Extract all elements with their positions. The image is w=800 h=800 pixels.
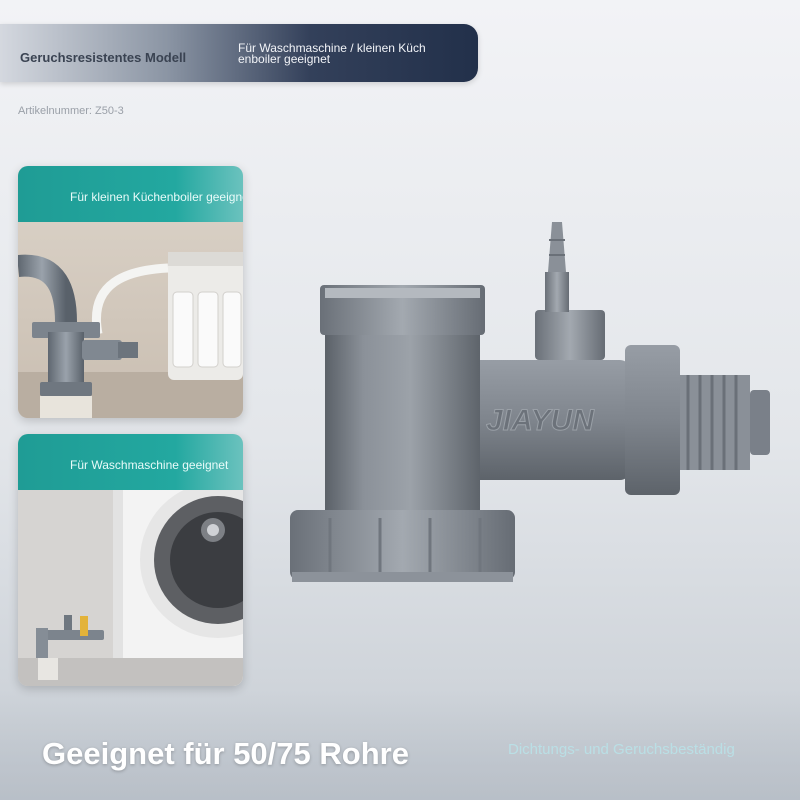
card-title: Für kleinen Küchenboiler geeignet [70,190,243,204]
model-label: Geruchsresistentes Modell [20,50,187,65]
card-washing-machine: Für Waschmaschine geeignet [18,434,243,686]
article-number: Artikelnummer: Z50-3 [18,105,124,117]
suitability-line-2: enboiler geeignet [238,52,331,66]
footer-tagline: Dichtungs- und Geruchsbeständig [508,741,735,758]
drain-fitting-product: JIAYUN [290,222,770,582]
footer-headline: Geeignet für 50/75 Rohre [42,736,409,771]
suitability-text: Für Waschmaschine / kleinen Küch enboile… [238,42,460,66]
card-title: Für Waschmaschine geeignet [70,458,229,472]
card-kitchen-boiler: Für kleinen Küchenboiler geeignet [18,166,243,418]
top-banner: Geruchsresistentes Modell Für Waschmasch… [0,24,478,82]
kitchen-boiler-photo [18,222,243,418]
card-header: Für kleinen Küchenboiler geeignet [18,166,243,222]
washing-machine-photo [18,490,243,686]
brand-embossing: JIAYUN [486,404,595,437]
card-header: Für Waschmaschine geeignet [18,434,243,490]
